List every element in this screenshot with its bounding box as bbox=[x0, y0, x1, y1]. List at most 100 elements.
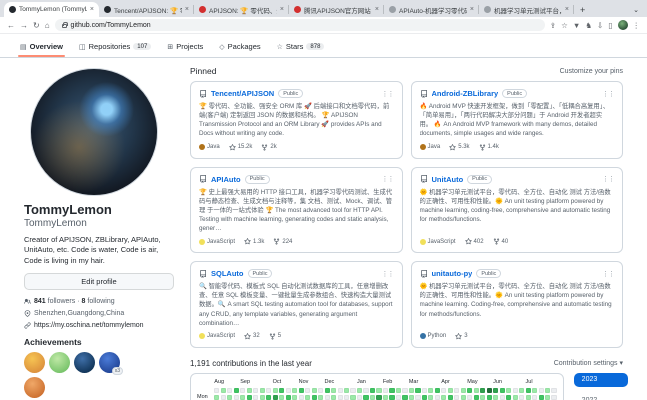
contribution-cell[interactable] bbox=[305, 388, 310, 393]
contribution-cell[interactable] bbox=[506, 388, 511, 393]
contribution-cell[interactable] bbox=[312, 395, 317, 400]
contribution-cell[interactable] bbox=[513, 388, 518, 393]
lock-icon[interactable] bbox=[62, 24, 67, 28]
tab-close-icon[interactable]: × bbox=[565, 6, 569, 13]
contribution-cell[interactable] bbox=[299, 388, 304, 393]
contribution-cell[interactable] bbox=[260, 395, 265, 400]
contribution-cell[interactable] bbox=[344, 388, 349, 393]
browser-menu-icon[interactable]: ⋮ bbox=[633, 21, 641, 30]
repo-name-link[interactable]: SQLAuto bbox=[211, 269, 244, 278]
tab-projects[interactable]: ⊞Projects bbox=[161, 38, 209, 57]
bookmark-star-icon[interactable]: ☆ bbox=[561, 21, 568, 30]
contribution-cell[interactable] bbox=[441, 395, 446, 400]
contribution-cell[interactable] bbox=[467, 395, 472, 400]
contribution-cell[interactable] bbox=[240, 395, 245, 400]
tab-packages[interactable]: ◇Packages bbox=[213, 38, 266, 57]
contribution-cell[interactable] bbox=[539, 388, 544, 393]
contribution-cell[interactable] bbox=[487, 395, 492, 400]
contribution-cell[interactable] bbox=[551, 395, 556, 400]
contribution-cell[interactable] bbox=[227, 388, 232, 393]
contribution-cell[interactable] bbox=[539, 395, 544, 400]
contribution-cell[interactable] bbox=[513, 395, 518, 400]
address-bar[interactable]: github.com/TommyLemon bbox=[55, 19, 545, 31]
contribution-cell[interactable] bbox=[331, 388, 336, 393]
contribution-cell[interactable] bbox=[422, 395, 427, 400]
contribution-cell[interactable] bbox=[260, 388, 265, 393]
repo-forks[interactable]: 1.4k bbox=[479, 144, 499, 151]
contribution-cell[interactable] bbox=[526, 395, 531, 400]
contribution-cell[interactable] bbox=[545, 395, 550, 400]
browser-tab[interactable]: 机器学习单元测试平台，第…× bbox=[479, 2, 574, 17]
tab-list-chevron-icon[interactable]: ⌄ bbox=[633, 6, 643, 14]
contribution-cell[interactable] bbox=[532, 388, 537, 393]
repo-stars[interactable]: 3 bbox=[455, 333, 467, 340]
forward-icon[interactable]: → bbox=[20, 21, 28, 30]
contribution-cell[interactable] bbox=[312, 388, 317, 393]
tab-close-icon[interactable]: × bbox=[185, 6, 189, 13]
contribution-cell[interactable] bbox=[247, 388, 252, 393]
contribution-cell[interactable] bbox=[376, 388, 381, 393]
contribution-cell[interactable] bbox=[214, 388, 219, 393]
contribution-cell[interactable] bbox=[273, 388, 278, 393]
contribution-cell[interactable] bbox=[500, 388, 505, 393]
repo-forks[interactable]: 5 bbox=[269, 333, 281, 340]
repo-name-link[interactable]: UnitAuto bbox=[432, 175, 464, 184]
drag-handle-icon[interactable]: ⋮⋮ bbox=[602, 90, 614, 98]
new-tab-button[interactable]: + bbox=[580, 5, 585, 15]
repo-name-link[interactable]: Tencent/APIJSON bbox=[211, 89, 274, 98]
contribution-cell[interactable] bbox=[519, 395, 524, 400]
contribution-cell[interactable] bbox=[500, 395, 505, 400]
contribution-cell[interactable] bbox=[396, 395, 401, 400]
browser-tab[interactable]: APIAuto-机器学习零代码接口…× bbox=[384, 2, 479, 17]
contribution-cell[interactable] bbox=[461, 388, 466, 393]
contribution-cell[interactable] bbox=[480, 395, 485, 400]
contribution-cell[interactable] bbox=[234, 395, 239, 400]
repo-stars[interactable]: 1.3k bbox=[244, 238, 264, 245]
contribution-cell[interactable] bbox=[454, 388, 459, 393]
tab-stars[interactable]: ☆Stars878 bbox=[271, 38, 331, 57]
contribution-cell[interactable] bbox=[286, 395, 291, 400]
contribution-cell[interactable] bbox=[240, 388, 245, 393]
contribution-cell[interactable] bbox=[279, 388, 284, 393]
contribution-cell[interactable] bbox=[551, 388, 556, 393]
contribution-cell[interactable] bbox=[318, 388, 323, 393]
contribution-cell[interactable] bbox=[493, 388, 498, 393]
contribution-cell[interactable] bbox=[402, 388, 407, 393]
browser-profile-avatar[interactable] bbox=[618, 20, 628, 30]
contribution-cell[interactable] bbox=[305, 395, 310, 400]
drag-handle-icon[interactable]: ⋮⋮ bbox=[382, 175, 394, 183]
contribution-cell[interactable] bbox=[383, 388, 388, 393]
contribution-cell[interactable] bbox=[415, 395, 420, 400]
repo-forks[interactable]: 2k bbox=[261, 144, 276, 151]
contribution-cell[interactable] bbox=[402, 395, 407, 400]
browser-tab[interactable]: Tencent/APIJSON: 🏆 零代码…× bbox=[99, 2, 194, 17]
extension-icon[interactable]: ♞ bbox=[585, 21, 592, 30]
badge-galaxy-brain[interactable]: x3 bbox=[99, 352, 120, 373]
badge-starstruck[interactable] bbox=[24, 352, 45, 373]
contribution-cell[interactable] bbox=[299, 395, 304, 400]
contribution-cell[interactable] bbox=[370, 388, 375, 393]
contribution-cell[interactable] bbox=[493, 395, 498, 400]
contribution-cell[interactable] bbox=[448, 388, 453, 393]
contribution-cell[interactable] bbox=[474, 395, 479, 400]
tab-close-icon[interactable]: × bbox=[280, 6, 284, 13]
repo-stars[interactable]: 32 bbox=[244, 333, 260, 340]
contribution-cell[interactable] bbox=[519, 388, 524, 393]
share-icon[interactable]: ⇪ bbox=[550, 21, 556, 30]
contribution-cell[interactable] bbox=[461, 395, 466, 400]
contribution-cell[interactable] bbox=[422, 388, 427, 393]
contribution-cell[interactable] bbox=[389, 395, 394, 400]
contribution-cell[interactable] bbox=[467, 388, 472, 393]
contribution-cell[interactable] bbox=[357, 388, 362, 393]
repo-stars[interactable]: 402 bbox=[465, 238, 484, 245]
badge-arctic-code-vault[interactable] bbox=[74, 352, 95, 373]
contribution-cell[interactable] bbox=[234, 388, 239, 393]
tab-close-icon[interactable]: × bbox=[375, 6, 379, 13]
contribution-cell[interactable] bbox=[247, 395, 252, 400]
repo-name-link[interactable]: Android-ZBLibrary bbox=[432, 89, 499, 98]
tab-repositories[interactable]: ◫Repositories107 bbox=[73, 38, 157, 57]
contribution-cell[interactable] bbox=[325, 395, 330, 400]
contribution-cell[interactable] bbox=[487, 388, 492, 393]
contribution-cell[interactable] bbox=[428, 388, 433, 393]
website-line[interactable]: https://my.oschina.net/tommylemon bbox=[24, 322, 174, 329]
